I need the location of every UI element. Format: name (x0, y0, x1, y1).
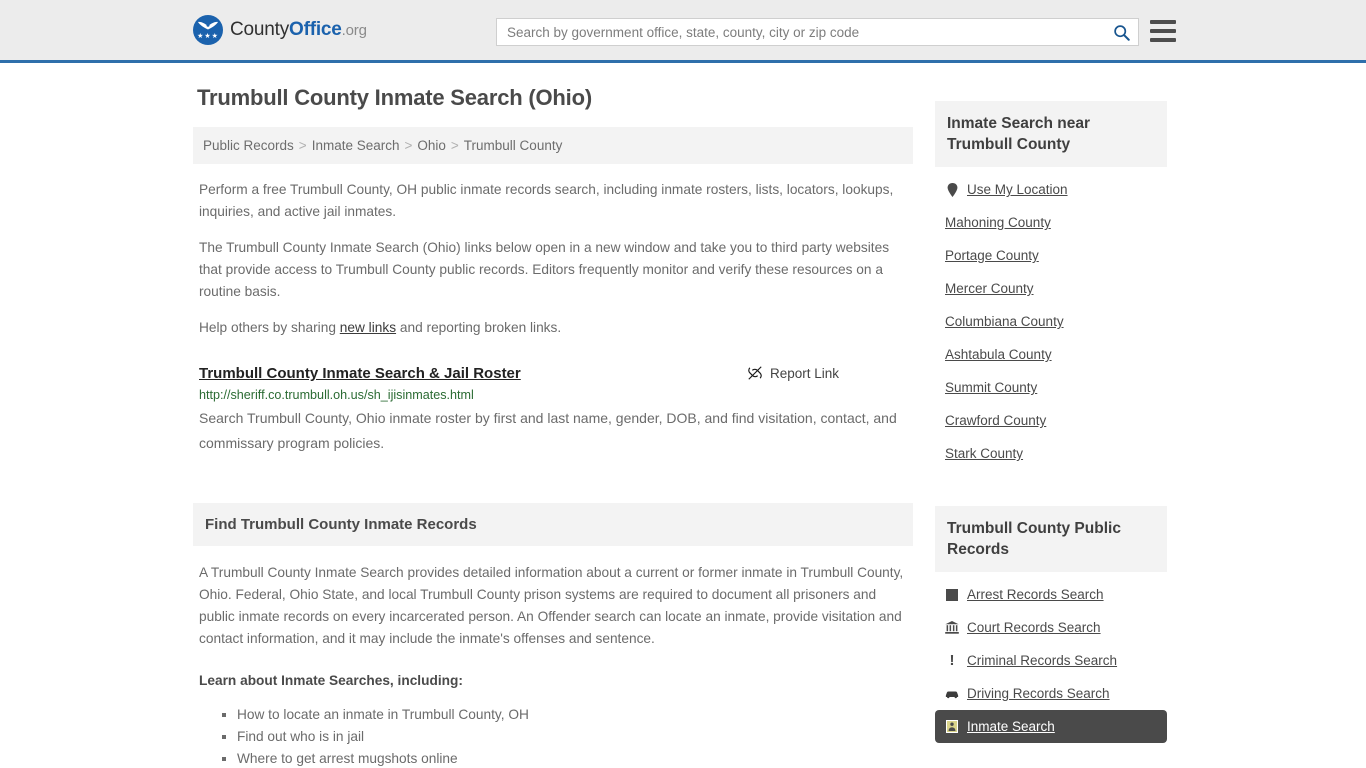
sidebar-item-label: Use My Location (967, 182, 1068, 197)
sidebar-item-label: Inmate Search (967, 719, 1055, 734)
sidebar-public-records-heading: Trumbull County Public Records (935, 506, 1167, 572)
report-link-label: Report Link (769, 365, 839, 381)
car-icon (945, 689, 959, 699)
sidebar-item-inmate-search[interactable]: Inmate Search (935, 710, 1167, 743)
map-pin-icon (945, 182, 959, 197)
sidebar-item-driving-records-search[interactable]: Driving Records Search (935, 677, 1167, 710)
section-paragraph: A Trumbull County Inmate Search provides… (199, 565, 904, 646)
eagle-wings-icon (198, 21, 218, 30)
hamburger-bar (1150, 20, 1176, 24)
sidebar-item-arrest-records-search[interactable]: Arrest Records Search (935, 578, 1167, 611)
report-link-button[interactable]: Report Link (747, 365, 839, 381)
intro-paragraph-3: Help others by sharing new links and rep… (199, 317, 913, 339)
intro-paragraph-2: The Trumbull County Inmate Search (Ohio)… (199, 240, 890, 299)
sidebar-box-public-records: Trumbull County Public Records Arrest Re… (935, 506, 1167, 743)
share-text-after: and reporting broken links. (396, 320, 562, 335)
fingerprint-icon (945, 588, 959, 601)
sidebar-item-label: Crawford County (945, 413, 1047, 428)
list-item: Find out who is in jail (222, 726, 913, 748)
sidebar-item-stark-county[interactable]: Stark County (935, 437, 1167, 470)
list-item: How to locate an inmate in Trumbull Coun… (222, 704, 913, 726)
breadcrumb-separator: > (404, 138, 413, 153)
sidebar-item-crawford-county[interactable]: Crawford County (935, 404, 1167, 437)
section-heading: Find Trumbull County Inmate Records (193, 503, 913, 546)
sidebar-item-label: Columbiana County (945, 314, 1064, 329)
sidebar-item-criminal-records-search[interactable]: ! Criminal Records Search (935, 644, 1167, 677)
sidebar-item-label: Summit County (945, 380, 1038, 395)
logo-word-office: Office (289, 19, 342, 40)
learn-list: How to locate an inmate in Trumbull Coun… (199, 704, 913, 768)
sidebar-item-label: Criminal Records Search (967, 653, 1118, 668)
sidebar-item-label: Stark County (945, 446, 1024, 461)
intro-paragraph-1: Perform a free Trumbull County, OH publi… (199, 182, 894, 219)
sidebar-item-portage-county[interactable]: Portage County (935, 239, 1167, 272)
hamburger-bar (1150, 29, 1176, 33)
search-bar[interactable] (496, 18, 1139, 46)
sidebar-item-label: Arrest Records Search (967, 587, 1104, 602)
sidebar-item-label: Mahoning County (945, 215, 1051, 230)
sidebar-item-ashtabula-county[interactable]: Ashtabula County (935, 338, 1167, 371)
result-header: Trumbull County Inmate Search & Jail Ros… (199, 365, 913, 382)
breadcrumb-item-ohio[interactable]: Ohio (417, 138, 446, 153)
site-logo[interactable]: ★★★ CountyOffice.org (193, 15, 367, 45)
search-input[interactable] (497, 19, 1104, 45)
sidebar-box-nearby: Inmate Search near Trumbull County Use M… (935, 101, 1167, 470)
sidebar-nearby-list: Use My Location Mahoning County Portage … (935, 173, 1167, 470)
sidebar-nearby-heading: Inmate Search near Trumbull County (935, 101, 1167, 167)
magnifier-icon (1113, 24, 1130, 41)
sidebar-item-label: Portage County (945, 248, 1039, 263)
breadcrumb-separator: > (450, 138, 459, 153)
sidebar-item-summit-county[interactable]: Summit County (935, 371, 1167, 404)
page-body: Trumbull County Inmate Search (Ohio) Pub… (0, 63, 1366, 768)
breadcrumb-item-trumbull-county[interactable]: Trumbull County (464, 138, 563, 153)
courthouse-icon (945, 621, 959, 634)
result-title-link[interactable]: Trumbull County Inmate Search & Jail Ros… (199, 365, 521, 382)
sidebar-item-mahoning-county[interactable]: Mahoning County (935, 206, 1167, 239)
breadcrumb-item-inmate-search[interactable]: Inmate Search (312, 138, 400, 153)
new-links-link[interactable]: new links (340, 320, 396, 335)
broken-link-icon (748, 366, 762, 380)
sidebar-item-court-records-search[interactable]: Court Records Search (935, 611, 1167, 644)
sidebar-item-label: Court Records Search (967, 620, 1101, 635)
inmate-icon (945, 720, 959, 733)
result-url: http://sheriff.co.trumbull.oh.us/sh_ijis… (199, 388, 474, 402)
breadcrumb-item-public-records[interactable]: Public Records (203, 138, 294, 153)
page-title: Trumbull County Inmate Search (Ohio) (197, 85, 592, 110)
sidebar-item-label: Ashtabula County (945, 347, 1052, 362)
logo-wordmark: CountyOffice.org (230, 19, 367, 41)
sidebar-item-use-my-location[interactable]: Use My Location (935, 173, 1167, 206)
main-content: Trumbull County Inmate Search (Ohio) Pub… (193, 85, 913, 768)
logo-stars-icon: ★★★ (197, 33, 219, 40)
result-description: Search Trumbull County, Ohio inmate rost… (199, 410, 897, 451)
sidebar-public-records-list: Arrest Records Search Court Records Sear… (935, 578, 1167, 743)
sidebar-item-label: Driving Records Search (967, 686, 1110, 701)
hamburger-menu-icon[interactable] (1150, 20, 1176, 42)
search-button[interactable] (1104, 19, 1138, 45)
sidebar-item-label: Mercer County (945, 281, 1034, 296)
site-header: ★★★ CountyOffice.org (0, 0, 1366, 63)
sidebar-item-columbiana-county[interactable]: Columbiana County (935, 305, 1167, 338)
hamburger-bar (1150, 38, 1176, 42)
sidebar: Inmate Search near Trumbull County Use M… (935, 85, 1167, 768)
sidebar-item-mercer-county[interactable]: Mercer County (935, 272, 1167, 305)
breadcrumb: Public Records > Inmate Search > Ohio > Trumbu… (193, 127, 913, 164)
list-item: Where to get arrest mugshots online (222, 748, 913, 768)
share-text-before: Help others by sharing (199, 320, 340, 335)
section-sub-heading: Learn about Inmate Searches, including: (199, 673, 463, 688)
exclamation-icon: ! (949, 652, 955, 669)
logo-word-org: .org (341, 22, 367, 39)
countyoffice-logo-icon: ★★★ (193, 15, 223, 45)
logo-word-county: County (230, 19, 290, 40)
breadcrumb-separator: > (298, 138, 307, 153)
result-item: Trumbull County Inmate Search & Jail Ros… (199, 365, 913, 456)
